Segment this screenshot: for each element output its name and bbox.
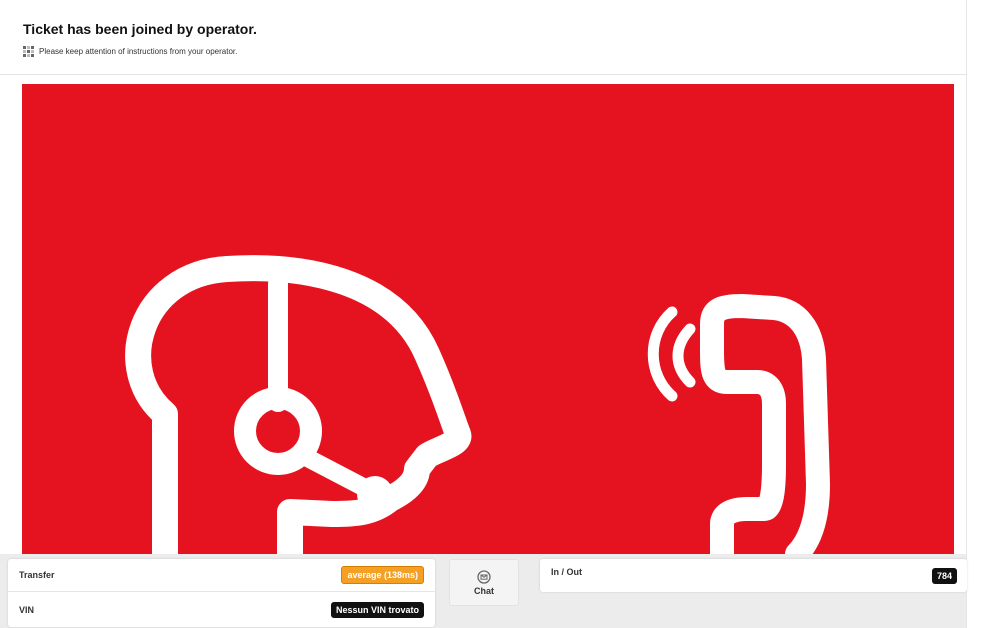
grid-dots-icon [23,46,34,57]
inout-label: In / Out [551,567,582,577]
operator-illustration [125,255,830,554]
ticket-status-title: Ticket has been joined by operator. [23,21,257,37]
right-scroll-area [966,0,981,628]
inout-count-badge: 784 [931,568,957,584]
chat-button[interactable]: Chat [449,559,519,606]
transfer-status-badge: average (138ms) [341,566,424,584]
phone-handset-icon [700,294,830,554]
vin-status-badge: Nessun VIN trovato [330,601,424,618]
chat-label: Chat [474,585,494,596]
ticket-status-subtitle: Please keep attention of instructions fr… [23,46,237,57]
envelope-icon [477,569,491,584]
transfer-label: Transfer [19,570,55,580]
vin-row: VIN Nessun VIN trovato [8,593,435,626]
subtitle-text: Please keep attention of instructions fr… [39,47,238,56]
ticket-header: Ticket has been joined by operator. Plea… [0,0,966,75]
connection-info-panel: Transfer average (138ms) VIN Nessun VIN … [8,559,435,627]
inout-panel: In / Out 784 [540,559,967,592]
transfer-row: Transfer average (138ms) [8,559,435,592]
operator-illustration-area [22,84,954,554]
status-bar: Transfer average (138ms) VIN Nessun VIN … [0,554,967,628]
vin-label: VIN [19,604,35,615]
